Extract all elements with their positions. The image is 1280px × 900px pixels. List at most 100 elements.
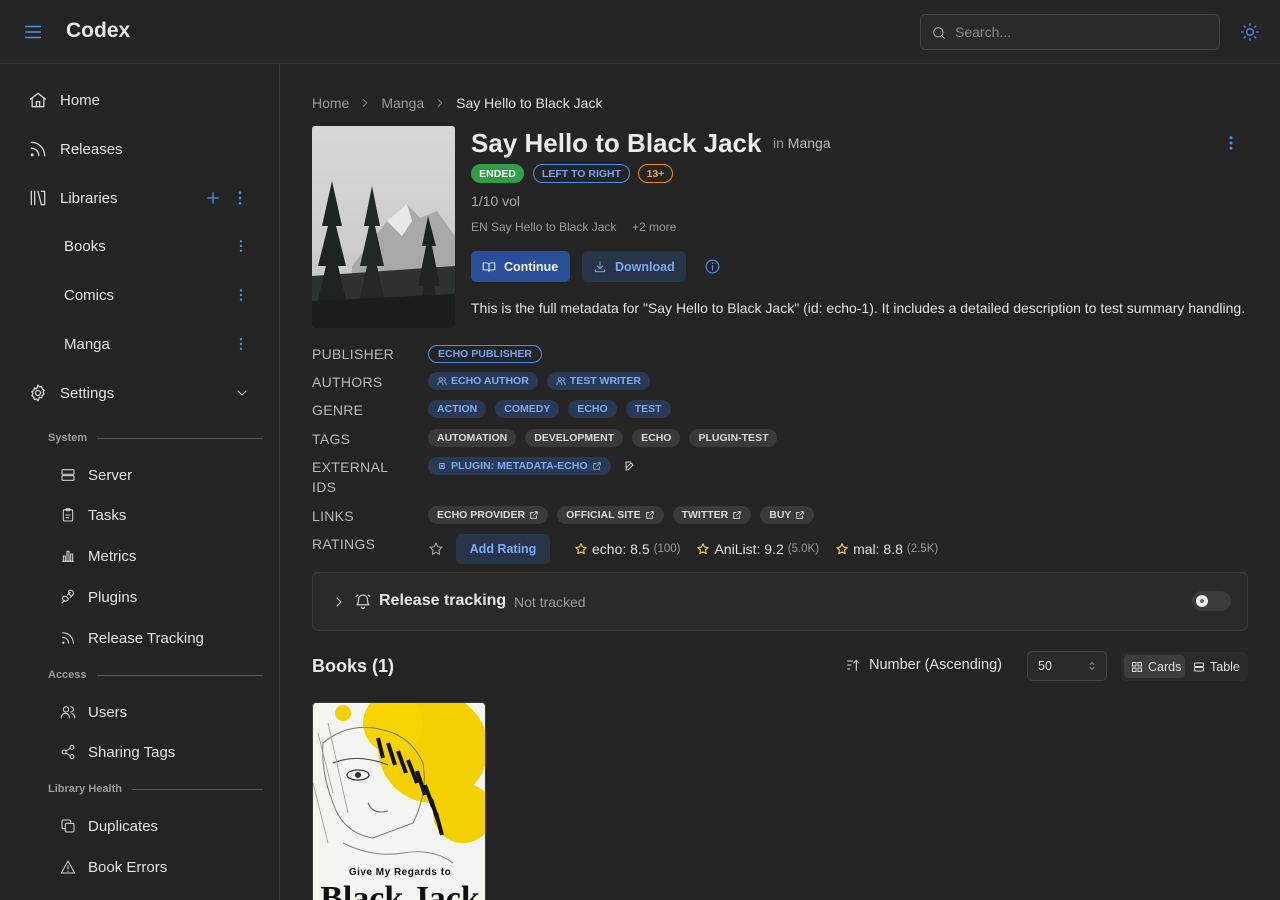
sidebar-item-metrics[interactable]: Metrics [48,538,266,574]
tag-chip[interactable]: DEVELOPMENT [525,429,624,447]
star-outline-icon[interactable] [428,541,444,557]
toggle-knob [1196,595,1208,607]
release-tracking-toggle[interactable] [1192,591,1231,611]
sidebar: Home Releases Libraries Books Comics Man… [0,64,280,900]
view-mode-toggle: Cards Table [1121,652,1248,681]
sort-ascending-icon [845,657,861,673]
series-library-link[interactable]: Manga [788,135,831,151]
page-size-select[interactable]: 50 [1027,651,1107,681]
view-table-label: Table [1210,659,1240,674]
view-cards-option[interactable]: Cards [1124,655,1185,678]
book-cover-subtitle: Give My Regards to [349,867,451,878]
continue-label: Continue [504,259,559,274]
rating-count: (2.5K) [906,543,939,555]
sidebar-item-server[interactable]: Server [48,457,266,493]
breadcrumb-home[interactable]: Home [312,95,349,111]
view-table-option[interactable]: Table [1190,655,1248,678]
link-chip[interactable]: TWITTER [672,506,752,524]
sidebar-item-home[interactable]: Home [16,80,266,120]
search-input[interactable] [955,15,1215,49]
genre-chip[interactable]: COMEDY [495,400,560,418]
libraries-more-icon[interactable] [231,189,249,207]
rating-item: mal: 8.8 (2.5K) [835,541,938,557]
tag-chip[interactable]: AUTOMATION [428,429,517,447]
gear-icon [28,383,48,403]
tag-chip[interactable]: ECHO [632,429,681,447]
link-chip[interactable]: OFFICIAL SITE [557,506,664,524]
series-summary: This is the full metadata for "Say Hello… [471,300,1246,316]
publisher-chips: ECHO PUBLISHER [428,345,542,363]
external-ids-label: EXTERNAL IDS [312,459,388,495]
author-name: ECHO AUTHOR [451,375,529,387]
genre-chip[interactable]: TEST [625,400,671,418]
sidebar-item-label: Comics [64,286,115,304]
external-id-text: PLUGIN: METADATA-ECHO [451,460,588,472]
sidebar-item-libraries[interactable]: Libraries [16,178,266,218]
tag-chips: AUTOMATION DEVELOPMENT ECHO PLUGIN-TEST [428,429,778,447]
sidebar-item-duplicates[interactable]: Duplicates [48,808,266,844]
sidebar-item-users[interactable]: Users [48,694,266,730]
search-box[interactable] [920,14,1220,50]
link-text: ECHO PROVIDER [437,509,526,521]
link-chip[interactable]: ECHO PROVIDER [428,506,549,524]
genre-chip[interactable]: ACTION [428,400,487,418]
external-id-chip[interactable]: PLUGIN: METADATA-ECHO [428,457,611,475]
sort-dropdown[interactable]: Number (Ascending) [845,657,1002,673]
sidebar-item-plugins[interactable]: Plugins [48,579,266,615]
info-icon[interactable] [704,258,721,275]
series-library-ref: in Manga [773,135,831,151]
book-card[interactable]: Give My Regards to Black Jack [312,702,486,900]
sidebar-item-sharing-tags[interactable]: Sharing Tags [48,734,266,770]
alternate-titles-more[interactable]: +2 more [632,220,676,234]
release-tracking-title: Release tracking [379,592,507,609]
ratings-label: RATINGS [312,536,376,552]
manga-more-icon[interactable] [233,336,249,352]
library-icon [28,188,48,208]
edit-icon[interactable] [624,460,636,472]
add-rating-button[interactable]: Add Rating [456,534,550,564]
rss-icon [60,630,76,646]
book-cover-title: Black Jack [320,880,480,900]
section-label: Access [48,669,87,681]
table-icon [1193,661,1205,673]
breadcrumb-current: Say Hello to Black Jack [456,95,603,111]
download-button[interactable]: Download [582,251,686,282]
bell-icon [354,592,372,610]
release-tracking-panel[interactable]: Release tracking Not tracked [312,572,1248,631]
sidebar-item-label: Settings [60,384,115,402]
rating-value: echo: 8.5 [592,541,650,557]
link-chip[interactable]: BUY [760,506,815,524]
more-vertical-icon[interactable] [1222,134,1240,152]
grid-icon [1131,661,1143,673]
author-chip[interactable]: TEST WRITER [546,372,650,390]
sidebar-item-label: Releases [60,140,123,158]
add-library-icon[interactable] [204,189,222,207]
chevron-down-icon[interactable] [234,385,250,401]
sidebar-item-settings[interactable]: Settings [16,373,266,413]
breadcrumb-library[interactable]: Manga [381,95,424,111]
comics-more-icon[interactable] [233,287,249,303]
link-text: BUY [769,509,792,521]
genre-chip[interactable]: ECHO [568,400,617,418]
in-prefix: in [773,135,784,151]
sidebar-item-book-errors[interactable]: Book Errors [48,849,266,885]
sidebar-item-tasks[interactable]: Tasks [48,497,266,533]
menu-icon[interactable] [22,21,44,43]
external-ratings: echo: 8.5 (100) AniList: 9.2 (5.0K) mal:… [574,541,938,557]
continue-button[interactable]: Continue [471,251,570,282]
sidebar-item-releases[interactable]: Releases [16,129,266,169]
sidebar-item-label: Metrics [88,547,137,565]
star-icon [696,542,710,556]
authors-label: AUTHORS [312,374,383,390]
sidebar-item-label: Book Errors [88,858,168,876]
publisher-chip[interactable]: ECHO PUBLISHER [428,345,542,363]
sidebar-item-release-tracking[interactable]: Release Tracking [48,620,266,656]
search-icon [931,25,947,41]
breadcrumb: Home Manga Say Hello to Black Jack [312,95,602,111]
page-size-value: 50 [1038,659,1052,673]
author-chip[interactable]: ECHO AUTHOR [428,372,538,390]
tag-chip[interactable]: PLUGIN-TEST [689,429,778,447]
sun-icon[interactable] [1240,22,1260,42]
books-more-icon[interactable] [233,238,249,254]
external-link-icon [529,510,539,520]
